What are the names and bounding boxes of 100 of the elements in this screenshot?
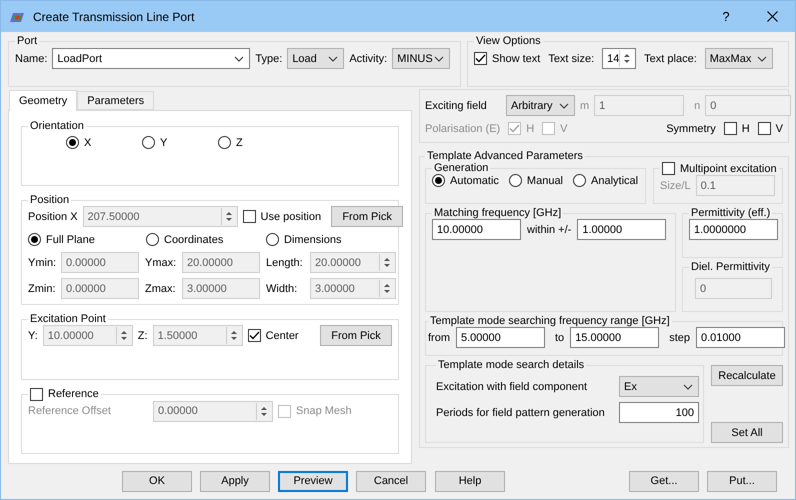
radio-button[interactable] xyxy=(218,136,231,149)
dropdown[interactable]: MaxMax xyxy=(704,48,773,69)
dropdown[interactable]: MINUS xyxy=(392,48,450,69)
field-label: Zmin: xyxy=(28,282,56,295)
radio-button[interactable] xyxy=(266,233,279,246)
field-label: step xyxy=(668,332,690,344)
radio-label: Analytical xyxy=(591,174,638,186)
group-title: Port xyxy=(17,35,38,47)
group-title: Excitation Point xyxy=(30,313,106,326)
close-icon xyxy=(766,11,778,22)
field-label: Position X xyxy=(28,210,78,223)
dialog-button[interactable]: Get... xyxy=(629,470,699,492)
group-title: Template Advanced Parameters xyxy=(427,150,583,162)
radio-label: Z xyxy=(236,136,243,148)
checkbox-label: Snap Mesh xyxy=(296,405,352,418)
radio-button[interactable] xyxy=(142,136,155,149)
radio-button[interactable] xyxy=(432,174,445,187)
text-field[interactable]: 10.00000 xyxy=(432,219,521,240)
dialog-button[interactable]: Apply xyxy=(200,470,270,492)
field-label: from xyxy=(428,332,450,344)
dropdown[interactable]: Ex xyxy=(619,376,699,397)
field-label: Zmax: xyxy=(144,282,177,295)
checkbox-label: Use position xyxy=(260,210,322,223)
group-title: Matching frequency [GHz] xyxy=(434,207,562,219)
checkbox-label: Reference xyxy=(48,388,99,400)
text-field[interactable]: 1.0000000 xyxy=(689,219,778,240)
text-field[interactable]: 1.00000 xyxy=(577,219,666,240)
radio-label: Coordinates xyxy=(164,234,224,246)
checkbox-label: Center xyxy=(266,330,299,342)
text-field[interactable]: 100 xyxy=(619,402,699,423)
window-title: Create Transmission Line Port xyxy=(33,10,196,24)
group-title: Diel. Permittivity xyxy=(691,261,770,273)
text-field[interactable]: 5.00000 xyxy=(456,327,545,348)
from-pick-button[interactable]: From Pick xyxy=(331,206,404,228)
checkbox-label: V xyxy=(560,122,568,134)
checkbox[interactable] xyxy=(30,388,43,401)
radio-label: Automatic xyxy=(450,174,499,186)
group-title: Generation xyxy=(434,162,488,174)
group-title: Template mode search details xyxy=(438,359,584,371)
field-label: m xyxy=(580,100,590,112)
field-label: Size/L xyxy=(660,180,691,192)
checkbox-label: V xyxy=(776,122,783,134)
text-field[interactable]: 15.00000 xyxy=(570,327,660,348)
field-label: Exciting field xyxy=(425,100,488,112)
field-label: Width: xyxy=(265,282,298,295)
radio-button[interactable] xyxy=(146,233,159,246)
field-label: Periods for field pattern generation xyxy=(436,406,606,418)
group-title: Orientation xyxy=(30,120,84,132)
radio-label: Dimensions xyxy=(284,234,342,246)
field-label: Text size: xyxy=(548,52,594,64)
checkbox-label: Show text xyxy=(492,52,540,64)
dialog-button[interactable]: Help xyxy=(435,470,505,492)
checkbox-label: Multipoint excitation xyxy=(680,162,777,174)
tab[interactable]: Parameters xyxy=(77,91,154,110)
chevron-down-icon xyxy=(234,56,244,62)
radio-button[interactable] xyxy=(508,174,522,187)
chevron-down-icon xyxy=(434,56,444,62)
dialog-button[interactable]: Put... xyxy=(707,470,777,492)
field-label: n xyxy=(694,100,700,112)
spin-field[interactable]: 14 xyxy=(602,48,636,69)
radio-button[interactable] xyxy=(573,174,586,187)
recalculate-button[interactable]: Recalculate xyxy=(711,365,783,386)
dropdown[interactable]: LoadPort xyxy=(52,48,250,69)
text-field[interactable]: 0.01000 xyxy=(696,327,785,348)
radio-label: Manual xyxy=(526,174,563,186)
chevron-down-icon xyxy=(328,56,338,62)
dialog-button[interactable]: OK xyxy=(122,470,192,492)
field-label: Name: xyxy=(15,52,48,64)
checkbox[interactable] xyxy=(724,122,737,135)
radio-button[interactable] xyxy=(66,136,79,149)
set-all-button[interactable]: Set All xyxy=(711,422,783,443)
help-button[interactable]: ? xyxy=(703,1,749,32)
field-label: Activity: xyxy=(349,52,388,64)
checkbox[interactable] xyxy=(758,122,771,135)
group-title: Position xyxy=(30,194,70,206)
field-label: within +/- xyxy=(527,224,572,236)
field-label: Reference Offset xyxy=(28,405,112,418)
checkbox[interactable] xyxy=(242,210,256,224)
checkbox[interactable] xyxy=(248,329,261,342)
field-label: Ymin: xyxy=(28,256,58,269)
dialog-button[interactable]: Preview xyxy=(278,470,348,492)
field-label: Y: xyxy=(28,330,38,342)
dropdown[interactable]: Arbitrary xyxy=(506,95,575,116)
group-title: View Options xyxy=(476,35,541,47)
field-label: Excitation with field component xyxy=(436,380,588,392)
field-label: Polarisation (E) xyxy=(425,122,500,134)
chevron-down-icon xyxy=(756,56,767,62)
chevron-down-icon xyxy=(683,384,693,390)
radio-button[interactable] xyxy=(28,233,41,246)
radio-label: X xyxy=(84,136,92,148)
dialog-button[interactable]: Cancel xyxy=(356,470,426,492)
checkbox[interactable] xyxy=(662,162,675,175)
field-label: Symmetry xyxy=(666,122,716,134)
from-pick-button[interactable]: From Pick xyxy=(320,325,392,346)
group-title: Template mode searching frequency range [GHz] xyxy=(430,315,670,327)
tab[interactable]: Geometry xyxy=(9,90,78,111)
checkbox[interactable] xyxy=(474,52,487,65)
dropdown[interactable]: Load xyxy=(287,48,344,69)
field-label: Length: xyxy=(265,256,304,269)
field-label: Text place: xyxy=(644,52,697,64)
